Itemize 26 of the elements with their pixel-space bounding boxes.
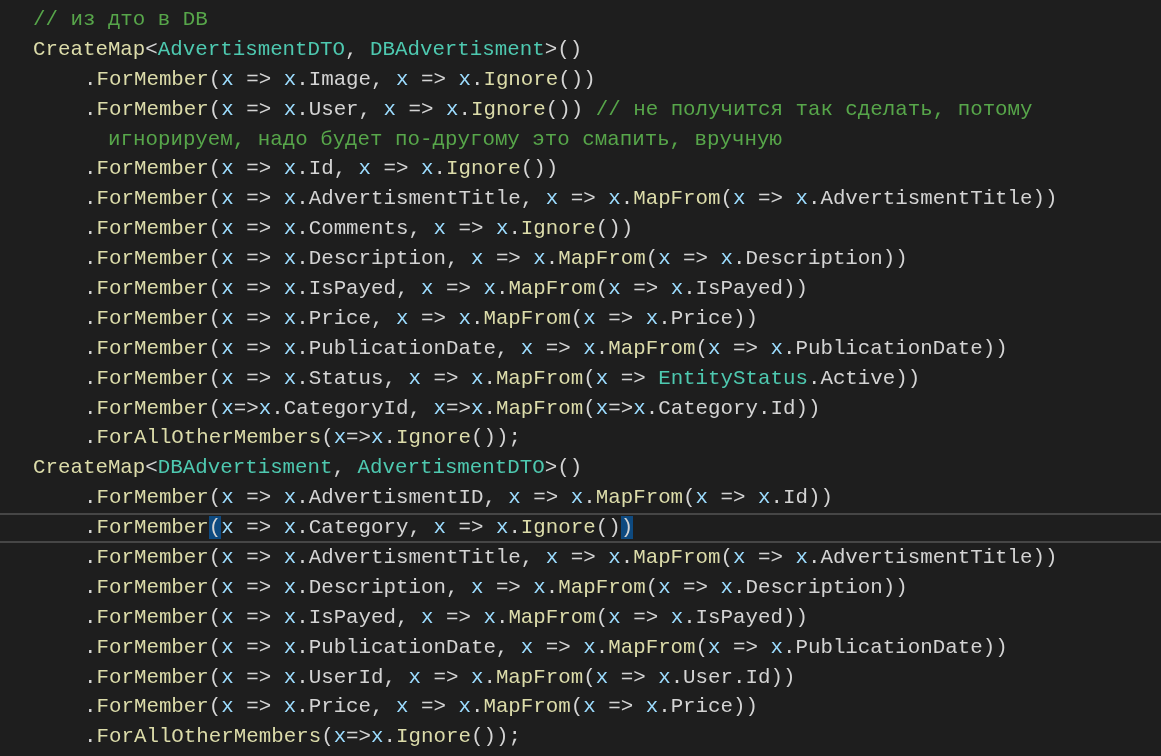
code-line: .ForMember(x => x.Description, x => x.MapFrom(x => x.Description))	[83, 574, 909, 601]
code-line: .ForAllOtherMembers(x=>x.Ignore());	[83, 724, 522, 751]
code-line: .ForMember(x => x.Id, x => x.Ignore())	[83, 156, 560, 183]
code-line: // из дто в DB	[32, 7, 209, 33]
code-line: игнорируем, надо будет по-другому это смапить, вручную	[107, 126, 783, 153]
code-line: .ForMember(x => x.User, x => x.Ignore()) // не получится так сделать, потому	[83, 96, 1034, 123]
code-line: .ForMember(x => x.PublicationDate, x => x.MapFrom(x => x.PublicationDate))	[83, 634, 1009, 661]
code-line: .ForMember(x=>x.CategoryId, x=>x.MapFrom(x=>x.Category.Id))	[83, 395, 822, 422]
code-line: .ForMember(x => x.IsPayed, x => x.MapFrom(x => x.IsPayed))	[83, 604, 809, 631]
code-editor[interactable]	[0, 0, 1161, 756]
code-line: .ForMember(x => x.IsPayed, x => x.MapFrom(x => x.IsPayed))	[83, 276, 809, 302]
code-line: .ForMember(x => x.PublicationDate, x => x.MapFrom(x => x.PublicationDate))	[83, 335, 1009, 362]
code-line: .ForMember(x => x.Category, x => x.Ignore())	[0, 513, 1161, 544]
code-line: .ForMember(x => x.AdvertismentTitle, x => x.MapFrom(x => x.AdvertismentTitle))	[83, 186, 1059, 213]
code-line: CreateMap<AdvertismentDTO, DBAdvertisment>()	[32, 36, 584, 63]
code-line: CreateMap<DBAdvertisment, AdvertismentDTO>()	[32, 455, 584, 482]
code-line: .ForMember(x => x.Description, x => x.MapFrom(x => x.Description))	[83, 246, 909, 273]
code-line: .ForMember(x => x.AdvertismentID, x => x.MapFrom(x => x.Id))	[83, 485, 834, 512]
code-line: .ForMember(x => x.Price, x => x.MapFrom(x => x.Price))	[83, 694, 759, 721]
code-line: .ForMember(x => x.Comments, x => x.Ignore())	[83, 216, 635, 243]
code-line: .ForMember(x => x.AdvertismentTitle, x => x.MapFrom(x => x.AdvertismentTitle))	[83, 545, 1059, 572]
code-line: .ForAllOtherMembers(x=>x.Ignore());	[83, 425, 522, 452]
code-line: .ForMember(x => x.Image, x => x.Ignore())	[83, 66, 597, 93]
code-line: .ForMember(x => x.Status, x => x.MapFrom(x => EntityStatus.Active))	[83, 365, 922, 392]
code-line: .ForMember(x => x.Price, x => x.MapFrom(x => x.Price))	[83, 305, 759, 332]
code-line: .ForMember(x => x.UserId, x => x.MapFrom(x => x.User.Id))	[83, 664, 797, 691]
